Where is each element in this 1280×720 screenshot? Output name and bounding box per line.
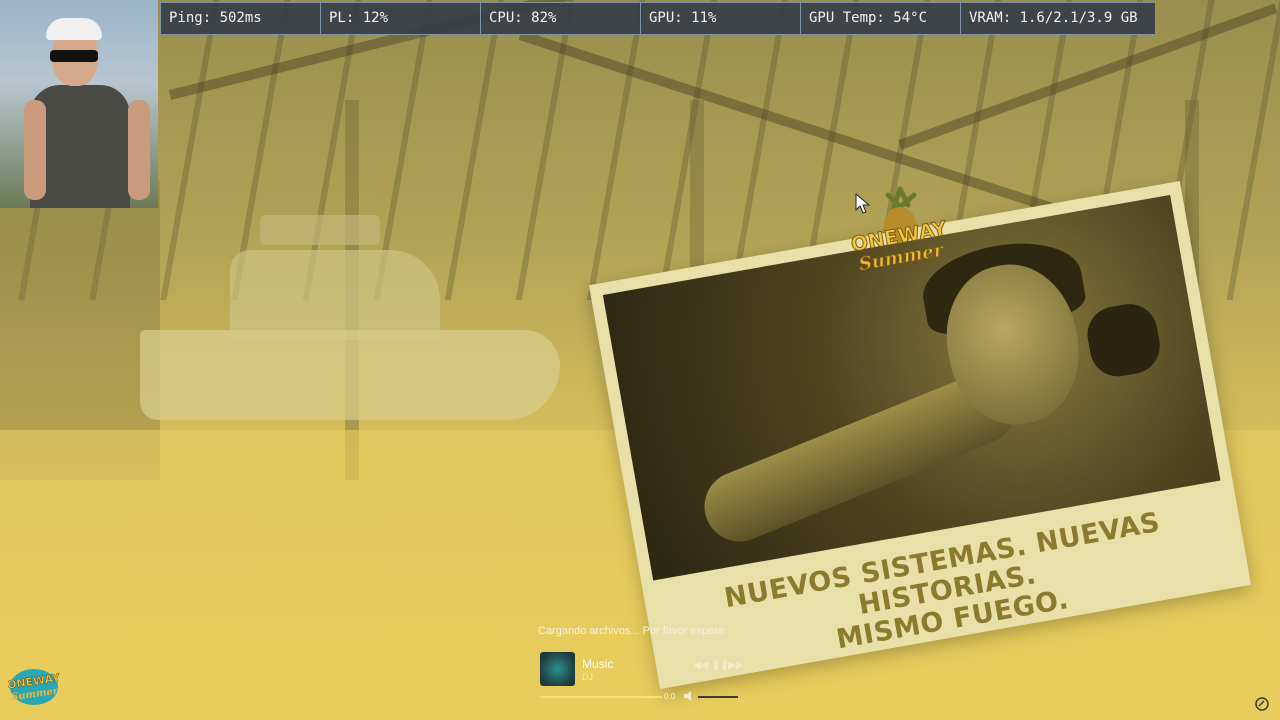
track-progress-bar[interactable] bbox=[540, 696, 662, 698]
stat-vram: VRAM: 1.6/2.1/3.9 GB bbox=[969, 10, 1138, 26]
pause-icon[interactable]: ❚❚ bbox=[712, 660, 729, 671]
stat-gpu-temp: GPU Temp: 54°C bbox=[801, 3, 961, 34]
loading-status-text: Cargando archivos... Por favor espere. bbox=[538, 625, 727, 637]
corner-icon[interactable] bbox=[1255, 697, 1269, 711]
streamer-arm bbox=[24, 100, 46, 200]
boat-cabin bbox=[230, 250, 440, 340]
streamer-cap bbox=[46, 18, 102, 40]
volume-slider[interactable] bbox=[698, 696, 738, 698]
forward-icon[interactable]: ▶▶ bbox=[728, 660, 743, 671]
album-art bbox=[540, 652, 575, 686]
webcam-overlay bbox=[0, 0, 158, 208]
track-title: Music bbox=[582, 657, 614, 671]
boat-flybridge bbox=[260, 215, 380, 245]
performance-stats-bar: Ping: 502ms PL: 12% CPU: 82% GPU: 11% GP… bbox=[160, 2, 1156, 35]
stat-gpu: GPU: 11% bbox=[641, 3, 801, 34]
track-artist: DJ bbox=[582, 672, 593, 682]
cursor-icon bbox=[855, 193, 871, 214]
streamer-arm bbox=[128, 100, 150, 200]
boat-hull bbox=[140, 330, 560, 420]
stat-packet-loss: PL: 12% bbox=[321, 3, 481, 34]
stat-cpu: CPU: 82% bbox=[481, 3, 641, 34]
streamer-sunglasses bbox=[50, 50, 98, 62]
stat-ping: Ping: 502ms bbox=[161, 3, 321, 34]
track-timecode: 0:0 bbox=[664, 692, 676, 701]
oneway-summer-corner-logo: ONEWAY Summer bbox=[8, 669, 60, 705]
volume-icon[interactable] bbox=[683, 690, 695, 702]
music-player: Music DJ ◀◀ ❚❚ ▶▶ 0:0 bbox=[540, 652, 743, 702]
fighter-fist bbox=[1083, 299, 1165, 381]
rewind-icon[interactable]: ◀◀ bbox=[693, 660, 708, 671]
